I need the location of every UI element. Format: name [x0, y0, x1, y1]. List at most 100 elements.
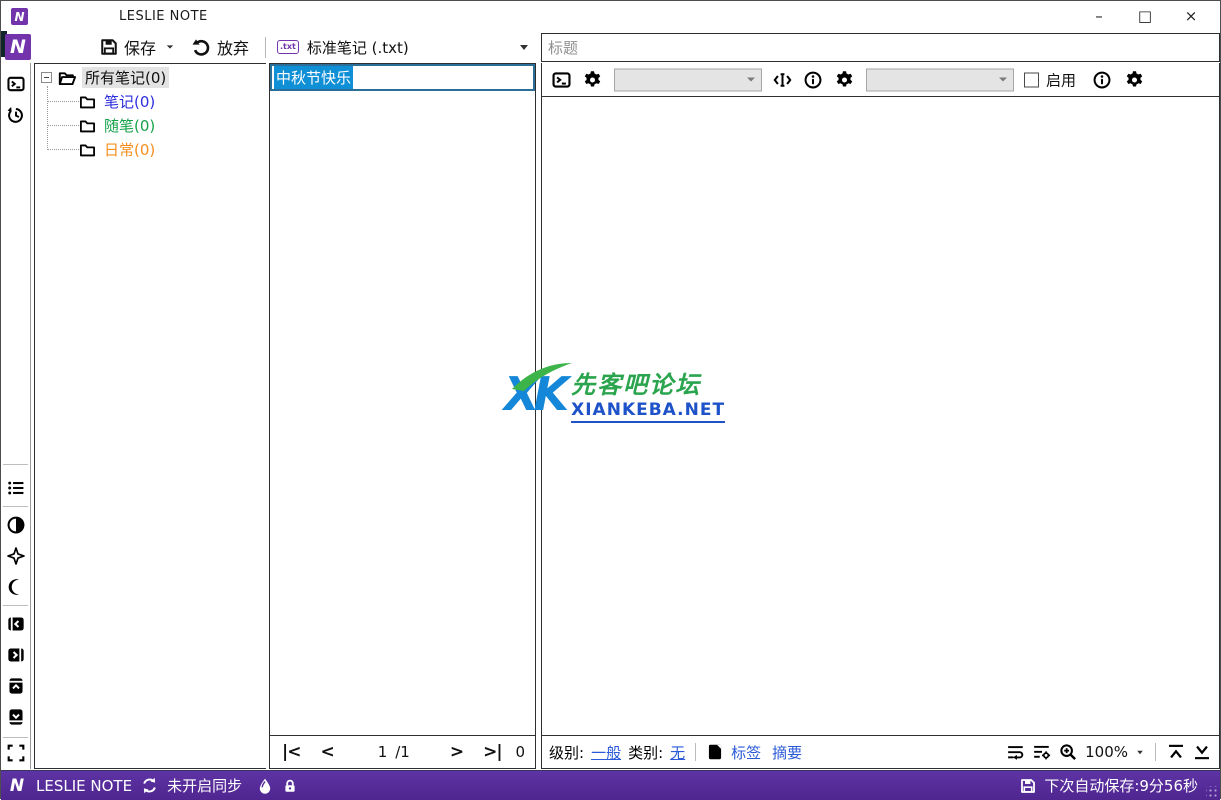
- selected-note-title[interactable]: 中秋节快乐: [274, 66, 353, 89]
- folder-icon: [79, 141, 96, 158]
- gear-icon[interactable]: [583, 70, 602, 89]
- minimize-button[interactable]: –: [1076, 1, 1122, 31]
- note-type-caret-icon[interactable]: [520, 45, 528, 50]
- last-page-button[interactable]: >|: [477, 742, 507, 762]
- note-count: 0: [515, 743, 525, 761]
- note-list-panel[interactable]: 中秋节快乐: [269, 63, 536, 736]
- enable-checkbox[interactable]: [1024, 72, 1039, 87]
- resize-grip[interactable]: [1206, 786, 1218, 798]
- save-label: 保存: [124, 35, 156, 59]
- meta-divider: [1155, 743, 1156, 761]
- list-view-icon[interactable]: [7, 479, 25, 497]
- meta-divider: [695, 743, 696, 761]
- tree-item-label[interactable]: 所有笔记(0): [82, 67, 169, 88]
- zoom-level[interactable]: 100%: [1085, 743, 1128, 761]
- splitter-right[interactable]: [537, 63, 540, 769]
- sidebar-divider: [3, 605, 28, 606]
- folder-icon: [79, 93, 96, 110]
- tree-item-label[interactable]: 日常(0): [101, 139, 158, 160]
- level-value-link[interactable]: 一般: [591, 742, 621, 763]
- sync-status-text[interactable]: 未开启同步: [167, 775, 242, 796]
- app-icon[interactable]: N: [11, 8, 28, 25]
- note-editor-area[interactable]: [541, 97, 1220, 736]
- autosave-countdown: 下次自动保存:9分56秒: [1044, 775, 1198, 796]
- tree-item-essays[interactable]: 随笔(0): [79, 115, 158, 136]
- dark-mode-moon-icon[interactable]: [7, 578, 25, 596]
- app-window: N LESLIE NOTE – □ × N 保存 放弃 .txt 标准笔记 (.…: [0, 0, 1221, 799]
- enable-label: 启用: [1046, 69, 1076, 90]
- collapse-left-panel-icon[interactable]: [7, 615, 25, 633]
- level-label: 级别:: [549, 742, 584, 763]
- zoom-in-icon[interactable]: [1059, 743, 1077, 761]
- plugin-dropdown-2[interactable]: [866, 68, 1014, 91]
- bookmark-icon[interactable]: [706, 743, 724, 761]
- collapse-right-panel-icon[interactable]: [7, 646, 25, 664]
- tree-connector: [47, 86, 48, 150]
- note-title-input[interactable]: [541, 33, 1220, 62]
- save-button[interactable]: 保存: [96, 33, 160, 61]
- statusbar-app-name: LESLIE NOTE: [36, 777, 132, 795]
- sidebar-divider: [3, 737, 28, 738]
- title-bar[interactable]: N LESLIE NOTE – □ ×: [1, 1, 1220, 31]
- contrast-icon[interactable]: [7, 516, 25, 534]
- current-page: 1: [378, 743, 388, 761]
- discard-button[interactable]: 放弃: [188, 33, 253, 61]
- save-dropdown-caret-icon[interactable]: [167, 45, 173, 48]
- gear-icon[interactable]: [1125, 70, 1144, 89]
- tree-item-label[interactable]: 随笔(0): [101, 115, 158, 136]
- open-folder-icon: [57, 69, 77, 87]
- icon-sidebar: [1, 63, 31, 769]
- autosave-floppy-icon: [1020, 778, 1036, 794]
- close-button[interactable]: ×: [1168, 1, 1214, 31]
- tree-item-all-notes[interactable]: 所有笔记(0): [41, 67, 169, 88]
- chevron-down-icon: [747, 78, 755, 82]
- tree-expander-icon[interactable]: [41, 72, 52, 83]
- category-label: 类别:: [628, 742, 663, 763]
- history-icon[interactable]: [7, 106, 25, 124]
- lock-icon[interactable]: [282, 778, 298, 794]
- tree-connector: [47, 101, 79, 102]
- folder-icon: [79, 117, 96, 134]
- scroll-to-bottom-icon[interactable]: [1193, 743, 1211, 761]
- main-toolbar: 保存 放弃: [96, 31, 253, 63]
- undo-icon: [192, 38, 211, 57]
- info-icon[interactable]: [1093, 71, 1111, 89]
- collapse-top-panel-icon[interactable]: [7, 677, 25, 695]
- total-pages: /1: [395, 743, 410, 761]
- note-rename-input[interactable]: 中秋节快乐: [270, 64, 535, 91]
- note-type-label: 标准笔记 (.txt): [307, 37, 512, 58]
- prev-page-button[interactable]: <: [314, 742, 339, 762]
- first-page-button[interactable]: |<: [276, 742, 306, 762]
- note-type-select[interactable]: .txt 标准笔记 (.txt): [269, 31, 536, 63]
- scroll-to-top-icon[interactable]: [1167, 743, 1185, 761]
- category-value-link[interactable]: 无: [670, 742, 685, 763]
- plugin-dropdown-1[interactable]: [614, 68, 762, 91]
- tags-link[interactable]: 标签: [731, 742, 761, 763]
- maximize-button[interactable]: □: [1122, 1, 1168, 31]
- toolbar-separator: [265, 37, 266, 58]
- status-bar: N LESLIE NOTE 未开启同步 下次自动保存:9分56秒: [1, 770, 1220, 800]
- droplet-icon[interactable]: [257, 778, 273, 794]
- discard-label: 放弃: [217, 35, 249, 59]
- word-wrap-icon[interactable]: [1007, 743, 1025, 761]
- sidebar-divider: [3, 464, 28, 465]
- info-icon[interactable]: [804, 71, 822, 89]
- terminal-icon[interactable]: [552, 70, 571, 89]
- fullscreen-icon[interactable]: [7, 744, 25, 762]
- sync-icon[interactable]: [141, 777, 158, 794]
- txt-file-icon: .txt: [277, 40, 299, 54]
- wrap-settings-icon[interactable]: [1033, 743, 1051, 761]
- pin-star-icon[interactable]: [7, 547, 25, 565]
- next-page-button[interactable]: >: [444, 742, 469, 762]
- terminal-icon[interactable]: [7, 75, 25, 93]
- save-icon: [100, 38, 118, 56]
- collapse-bottom-panel-icon[interactable]: [7, 708, 25, 726]
- tree-item-label[interactable]: 笔记(0): [101, 91, 158, 112]
- summary-link[interactable]: 摘要: [772, 742, 802, 763]
- tree-item-daily[interactable]: 日常(0): [79, 139, 158, 160]
- tree-item-notes[interactable]: 笔记(0): [79, 91, 158, 112]
- pagination-bar: |< < 1 /1 > >| 0: [269, 736, 536, 769]
- zoom-caret-icon[interactable]: [1137, 750, 1143, 754]
- text-cursor-icon[interactable]: [773, 70, 792, 89]
- gear-icon[interactable]: [835, 70, 854, 89]
